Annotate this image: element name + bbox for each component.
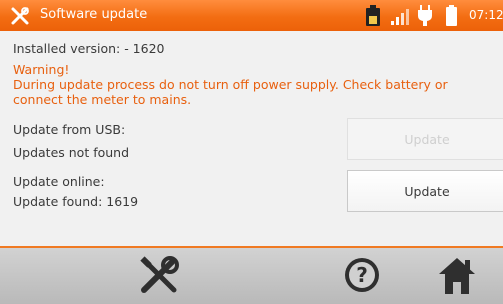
- usb-update-label: Update from USB:: [13, 122, 126, 137]
- tools-icon[interactable]: [138, 256, 180, 296]
- bottom-toolbar: ?: [0, 248, 503, 304]
- battery-icon: [446, 5, 457, 26]
- svg-text:?: ?: [356, 263, 368, 287]
- online-update-status: Update found: 1619: [13, 194, 139, 209]
- window-title: Software update: [40, 7, 148, 22]
- usb-update-status: Updates not found: [13, 145, 130, 160]
- online-update-button[interactable]: Update: [347, 170, 503, 212]
- warning-text-line2: connect the meter to mains.: [13, 92, 192, 107]
- tools-icon: [11, 7, 29, 25]
- online-update-label: Update online:: [13, 174, 105, 189]
- warning-text-line1: During update process do not turn off po…: [13, 77, 448, 92]
- power-plug-icon: [418, 5, 432, 26]
- clock: 07:12: [469, 8, 503, 22]
- signal-icon: [391, 9, 409, 25]
- installed-version: Installed version: - 1620: [13, 41, 165, 56]
- update-panel: Installed version: - 1620 Warning! Durin…: [0, 31, 503, 246]
- battery-level-icon: [366, 5, 380, 26]
- help-icon[interactable]: ?: [343, 256, 381, 294]
- usb-update-button[interactable]: Update: [347, 118, 503, 160]
- title-bar: Software update 07:12: [0, 0, 503, 31]
- warning-title: Warning!: [13, 62, 70, 77]
- home-icon[interactable]: [437, 256, 477, 296]
